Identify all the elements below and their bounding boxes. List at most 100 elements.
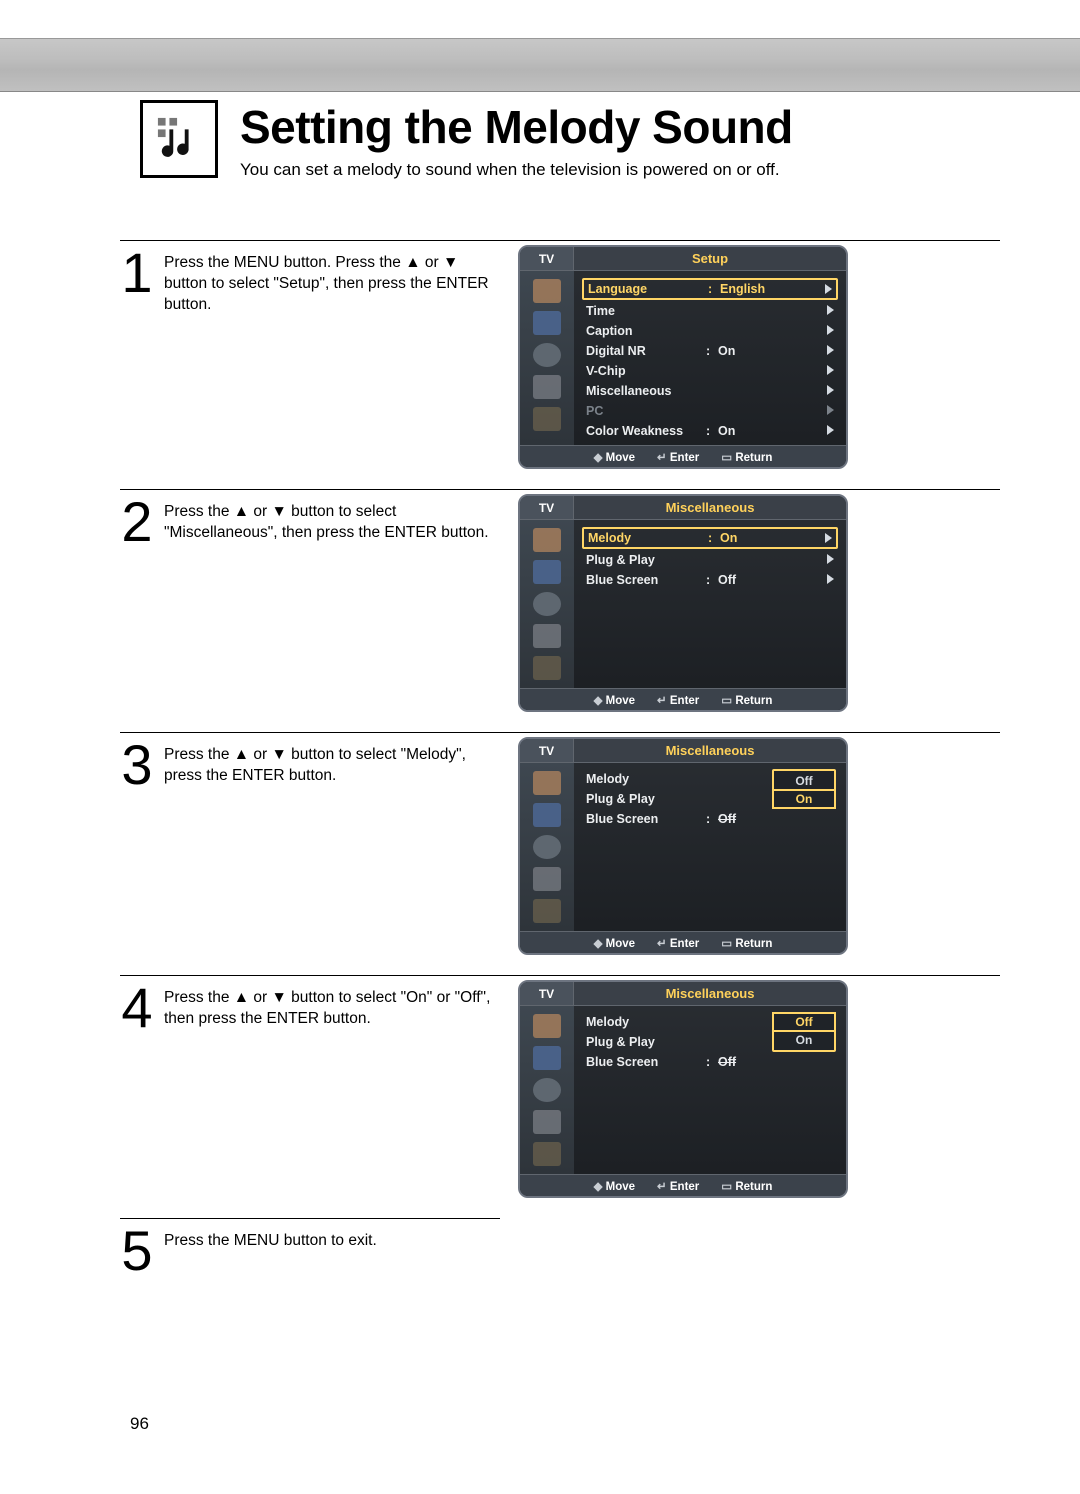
side-icon bbox=[533, 1014, 561, 1038]
osd-row[interactable]: Melody:On bbox=[582, 527, 838, 549]
step-number: 5 bbox=[120, 1227, 154, 1275]
osd-row[interactable]: Caption bbox=[582, 321, 838, 341]
osd-side-icons bbox=[520, 271, 574, 445]
melody-dropdown[interactable]: OffOn bbox=[772, 1012, 836, 1052]
osd-row-label: Melody bbox=[588, 531, 708, 545]
side-icon bbox=[533, 656, 561, 680]
side-icon bbox=[533, 835, 561, 859]
step-text: Press the ▲ or ▼ button to select "Melod… bbox=[164, 741, 500, 787]
chevron-right-icon bbox=[825, 533, 832, 543]
side-icon bbox=[533, 343, 561, 367]
hint-move: ◆ Move bbox=[594, 936, 635, 950]
side-icon bbox=[533, 624, 561, 648]
side-icon bbox=[533, 311, 561, 335]
osd-misc: TV Miscellaneous Melody:OnPlug & PlayBlu… bbox=[518, 494, 848, 712]
osd-row-colon: : bbox=[706, 1055, 718, 1069]
hint-move: ◆ Move bbox=[594, 450, 635, 464]
osd-row[interactable]: Language:English bbox=[582, 278, 838, 300]
dropdown-option[interactable]: Off bbox=[774, 771, 834, 791]
side-icon bbox=[533, 1046, 561, 1070]
side-icon bbox=[533, 407, 561, 431]
osd-row[interactable]: V-Chip bbox=[582, 361, 838, 381]
osd-side-icons bbox=[520, 520, 574, 688]
osd-row-label: Blue Screen bbox=[586, 812, 706, 826]
step: 4 Press the ▲ or ▼ button to select "On"… bbox=[120, 975, 1000, 1198]
osd-row-label: Plug & Play bbox=[586, 553, 706, 567]
hint-move: ◆ Move bbox=[594, 693, 635, 707]
melody-dropdown[interactable]: OffOn bbox=[772, 769, 836, 809]
step-number: 1 bbox=[120, 249, 154, 297]
osd-row[interactable]: Digital NR:On bbox=[582, 341, 838, 361]
osd-row-value: Off bbox=[718, 1055, 834, 1069]
hint-return: ▭ Return bbox=[721, 1179, 772, 1193]
dropdown-option[interactable]: Off bbox=[772, 1012, 836, 1032]
osd-title: Setup bbox=[574, 247, 846, 270]
dropdown-option[interactable]: On bbox=[774, 1030, 834, 1050]
side-icon bbox=[533, 1078, 561, 1102]
osd-row-label: Melody bbox=[586, 1015, 706, 1029]
osd-row-label: Color Weakness bbox=[586, 424, 706, 438]
hint-return: ▭ Return bbox=[721, 936, 772, 950]
side-icon bbox=[533, 1142, 561, 1166]
top-metal-band bbox=[0, 38, 1080, 92]
chevron-right-icon bbox=[827, 365, 834, 375]
osd-tv-label: TV bbox=[520, 496, 574, 519]
step: 1 Press the MENU button. Press the ▲ or … bbox=[120, 240, 1000, 469]
osd-title: Miscellaneous bbox=[574, 982, 846, 1005]
osd-row[interactable]: Miscellaneous bbox=[582, 381, 838, 401]
chevron-right-icon bbox=[827, 305, 834, 315]
osd-row-value: English bbox=[720, 282, 832, 296]
side-icon bbox=[533, 560, 561, 584]
osd-row[interactable]: Time bbox=[582, 301, 838, 321]
melody-icon bbox=[156, 116, 202, 162]
osd-list: Melody:On Plug & Play Blue Screen:Off bbox=[574, 520, 846, 688]
osd-misc-dropdown: TV Miscellaneous MelodyPlug & PlayBlue S… bbox=[518, 737, 848, 955]
osd-row-label: Miscellaneous bbox=[586, 384, 706, 398]
osd-row[interactable]: Blue Screen:Off bbox=[582, 1052, 838, 1072]
side-icon bbox=[533, 279, 561, 303]
osd-row-colon: : bbox=[706, 424, 718, 438]
osd-row-label: V-Chip bbox=[586, 364, 706, 378]
osd-list: Language:EnglishTimeCaptionDigital NR:On… bbox=[574, 271, 846, 445]
chevron-right-icon bbox=[827, 425, 834, 435]
osd-row-label: Plug & Play bbox=[586, 792, 706, 806]
osd-row-colon: : bbox=[706, 812, 718, 826]
step-text: Press the MENU button. Press the ▲ or ▼ … bbox=[164, 249, 500, 316]
osd-row-label: Language bbox=[588, 282, 708, 296]
osd-footer: ◆ Move ↵ Enter ▭ Return bbox=[520, 1174, 846, 1196]
osd-row[interactable]: Blue Screen:Off bbox=[582, 809, 838, 829]
osd-row-label: Plug & Play bbox=[586, 1035, 706, 1049]
osd-row[interactable]: Plug & Play bbox=[582, 550, 838, 570]
side-icon bbox=[533, 899, 561, 923]
steps-list: 1 Press the MENU button. Press the ▲ or … bbox=[120, 240, 1000, 1275]
side-icon bbox=[533, 1110, 561, 1134]
chevron-right-icon bbox=[827, 345, 834, 355]
osd-side-icons bbox=[520, 763, 574, 931]
hint-return: ▭ Return bbox=[721, 450, 772, 464]
osd-row-colon: : bbox=[708, 531, 720, 545]
header: Setting the Melody Sound You can set a m… bbox=[60, 100, 1020, 180]
osd-row[interactable]: Color Weakness:On bbox=[582, 421, 838, 441]
side-icon bbox=[533, 528, 561, 552]
osd-row-label: PC bbox=[586, 404, 706, 418]
osd-row[interactable]: PC bbox=[582, 401, 838, 421]
osd-row-value: On bbox=[718, 344, 834, 358]
page-number: 96 bbox=[130, 1414, 149, 1434]
manual-page: Setting the Melody Sound You can set a m… bbox=[0, 0, 1080, 1494]
page-title: Setting the Melody Sound bbox=[240, 100, 1020, 154]
page-subtitle: You can set a melody to sound when the t… bbox=[240, 160, 1020, 180]
osd-row-value: Off bbox=[718, 812, 834, 826]
chevron-right-icon bbox=[827, 574, 834, 584]
step-text: Press the MENU button to exit. bbox=[164, 1227, 377, 1252]
osd-row-value: On bbox=[718, 424, 834, 438]
osd-side-icons bbox=[520, 1006, 574, 1174]
osd-footer: ◆ Move ↵ Enter ▭ Return bbox=[520, 445, 846, 467]
side-icon bbox=[533, 867, 561, 891]
hint-enter: ↵ Enter bbox=[657, 693, 699, 707]
osd-row[interactable]: Blue Screen:Off bbox=[582, 570, 838, 590]
dropdown-option[interactable]: On bbox=[772, 789, 836, 809]
osd-row-colon: : bbox=[708, 282, 720, 296]
step: 2 Press the ▲ or ▼ button to select "Mis… bbox=[120, 489, 1000, 712]
osd-footer: ◆ Move ↵ Enter ▭ Return bbox=[520, 931, 846, 953]
step-text: Press the ▲ or ▼ button to select "On" o… bbox=[164, 984, 500, 1030]
